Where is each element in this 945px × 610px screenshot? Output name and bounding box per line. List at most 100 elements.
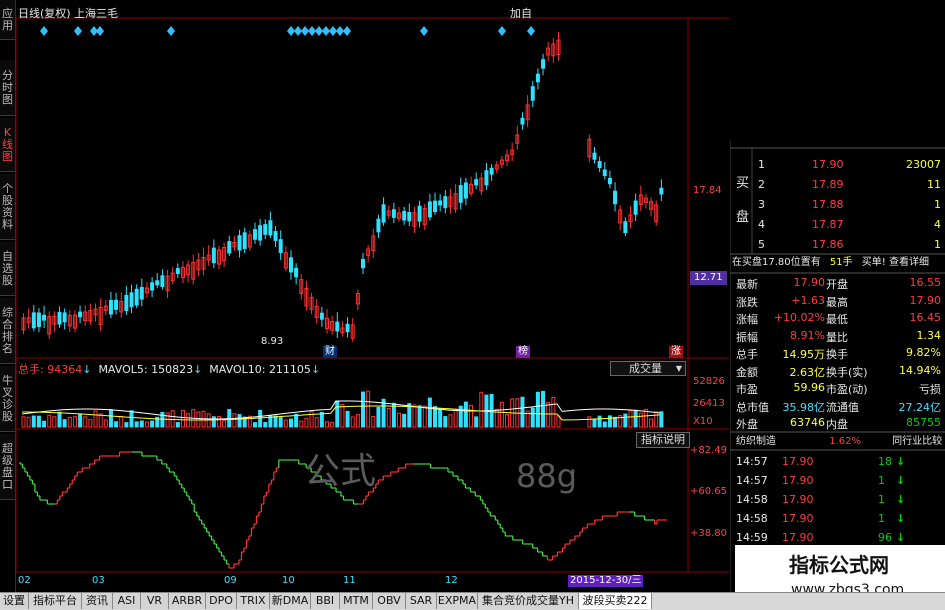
volume-bar — [139, 420, 144, 428]
candle-body — [31, 312, 36, 329]
left-tab-5[interactable]: 综合排名 — [0, 298, 15, 364]
indicator-tab-2[interactable]: 资讯 — [82, 593, 113, 609]
volume-bar — [469, 404, 474, 428]
indicator-tab-8[interactable]: 新DMA — [270, 593, 311, 609]
rank-marker[interactable]: 榜 — [516, 346, 530, 358]
indicator-tab-1[interactable]: 指标平台 — [29, 593, 82, 609]
volume-bar — [422, 405, 427, 428]
order-info-text: 在买盘17.80位置有 — [732, 257, 821, 268]
signal-diamond — [40, 26, 48, 36]
candle-body — [484, 170, 489, 186]
candle-body — [443, 196, 448, 209]
tick-price: 17.90 — [782, 474, 814, 487]
vol-arrow: ↓ — [82, 363, 92, 376]
indicator-tab-7[interactable]: TRIX — [237, 593, 270, 609]
indicator-tab-13[interactable]: EXPMA — [437, 593, 478, 609]
stat-label: 外盘 — [736, 418, 758, 431]
limit-up-marker[interactable]: 涨 — [669, 346, 683, 358]
candle-body — [597, 161, 602, 169]
sector-row[interactable]: 纺织制造 1.62% 同行业比较 — [736, 436, 942, 448]
buy-row[interactable]: 4 17.87 4 — [730, 215, 945, 234]
volume-bar — [638, 412, 643, 428]
current-price-tag: 12.71 — [690, 271, 727, 285]
candle-body — [520, 117, 525, 125]
indicator-help-button[interactable]: 指标说明 — [636, 432, 690, 448]
indicator-tab-5[interactable]: ARBR — [169, 593, 206, 609]
volume-bar — [520, 396, 525, 428]
buy-level: 5 — [758, 238, 765, 251]
order-info-count: 51手 — [829, 257, 853, 268]
indicator-tab-9[interactable]: BBI — [311, 593, 340, 609]
stat-value-2: 17.90 — [909, 293, 942, 307]
left-tab-4[interactable]: 自选股 — [0, 242, 15, 296]
left-tab-3[interactable]: 个股资料 — [0, 174, 15, 240]
volume-bar — [592, 419, 597, 428]
date-label-1: 03 — [92, 575, 105, 586]
buy-price: 17.86 — [812, 238, 844, 251]
buy-level: 3 — [758, 198, 765, 211]
left-tab-2[interactable]: K线图 — [0, 118, 15, 172]
indicator-tab-6[interactable]: DPO — [206, 593, 237, 609]
stat-value-2: 16.55 — [909, 276, 942, 289]
candle-body — [376, 218, 381, 233]
signal-diamond — [167, 26, 175, 36]
buy-row[interactable]: 1 17.90 23007 — [730, 155, 945, 174]
volume-bar — [237, 414, 242, 428]
stat-row: 振幅 8.91% 量比 1.34 — [730, 326, 945, 345]
volume-bar — [165, 412, 170, 428]
buy-row[interactable]: 5 17.86 1 — [730, 235, 945, 254]
signal-diamond — [308, 26, 316, 36]
indicator-tab-11[interactable]: OBV — [373, 593, 406, 609]
left-tab-0[interactable]: 应用 — [0, 0, 15, 40]
candle-body — [633, 200, 638, 215]
indicator-tab-10[interactable]: MTM — [340, 593, 373, 609]
volume-bar — [366, 390, 371, 428]
chart-canvas — [16, 17, 729, 573]
order-info-bar[interactable]: 在买盘17.80位置有 51手 买单! 查看详细 — [732, 257, 929, 269]
site-name: 指标公式网 — [789, 553, 889, 577]
kline-chart[interactable]: 日线(复权) 上海三毛 加自 17.84 12.71 8.93 财 榜 涨 总手… — [16, 0, 729, 592]
stat-value-2: 1.34 — [916, 328, 942, 342]
volume-indicator-select[interactable]: 成交量 ▼ — [610, 361, 686, 376]
chevron-down-icon: ▼ — [675, 364, 682, 373]
indicator-tab-14[interactable]: 集合竞价成交量YH — [478, 593, 579, 609]
buy-row[interactable]: 2 17.89 11 — [730, 175, 945, 194]
volume-bar — [26, 416, 31, 428]
stat-value-2: 9.82% — [906, 346, 941, 359]
buy-volume: 23007 — [906, 158, 941, 171]
indicator-tab-15[interactable]: 波段买卖222 — [579, 593, 652, 609]
candle-body — [623, 221, 628, 234]
tick-row: 14:58 17.90 1 ↓ — [730, 490, 945, 509]
chart-period-label[interactable]: 日线(复权) — [18, 8, 71, 20]
volume-bar — [67, 416, 72, 428]
sector-compare-link[interactable]: 同行业比较 — [892, 436, 942, 447]
volume-bar — [649, 418, 654, 428]
order-detail-link[interactable]: 查看详细 — [889, 257, 929, 268]
indicator-tab-3[interactable]: ASI — [113, 593, 141, 609]
indicator-tab-0[interactable]: 设置 — [0, 593, 29, 609]
finance-marker[interactable]: 财 — [323, 346, 337, 358]
candle-body — [345, 323, 350, 333]
indicator-tab-12[interactable]: SAR — [406, 593, 437, 609]
mavol10-arrow: ↓ — [310, 363, 321, 376]
down-arrow-icon: ↓ — [896, 493, 906, 506]
stat-label-2: 内盘 — [826, 418, 848, 431]
volume-bar — [474, 416, 479, 428]
candle-body — [592, 152, 597, 160]
left-tab-7[interactable]: 超级盘口 — [0, 434, 15, 500]
volume-bar — [376, 406, 381, 428]
candle-body — [438, 200, 443, 206]
volume-bar — [628, 410, 633, 428]
low-price-label: 8.93 — [261, 336, 284, 347]
left-tab-6[interactable]: 牛叉诊股 — [0, 366, 15, 432]
candle-body — [463, 182, 468, 199]
add-favorite-button[interactable]: 加自 — [510, 8, 532, 20]
volume-bar — [309, 410, 314, 428]
indicator-tab-4[interactable]: VR — [141, 593, 169, 609]
left-tab-1[interactable]: 分时图 — [0, 60, 15, 116]
volume-bar — [587, 416, 592, 428]
buy-row[interactable]: 3 17.88 1 — [730, 195, 945, 214]
volume-bar — [330, 421, 335, 428]
volume-bar — [211, 416, 216, 428]
volume-bar — [433, 406, 438, 428]
